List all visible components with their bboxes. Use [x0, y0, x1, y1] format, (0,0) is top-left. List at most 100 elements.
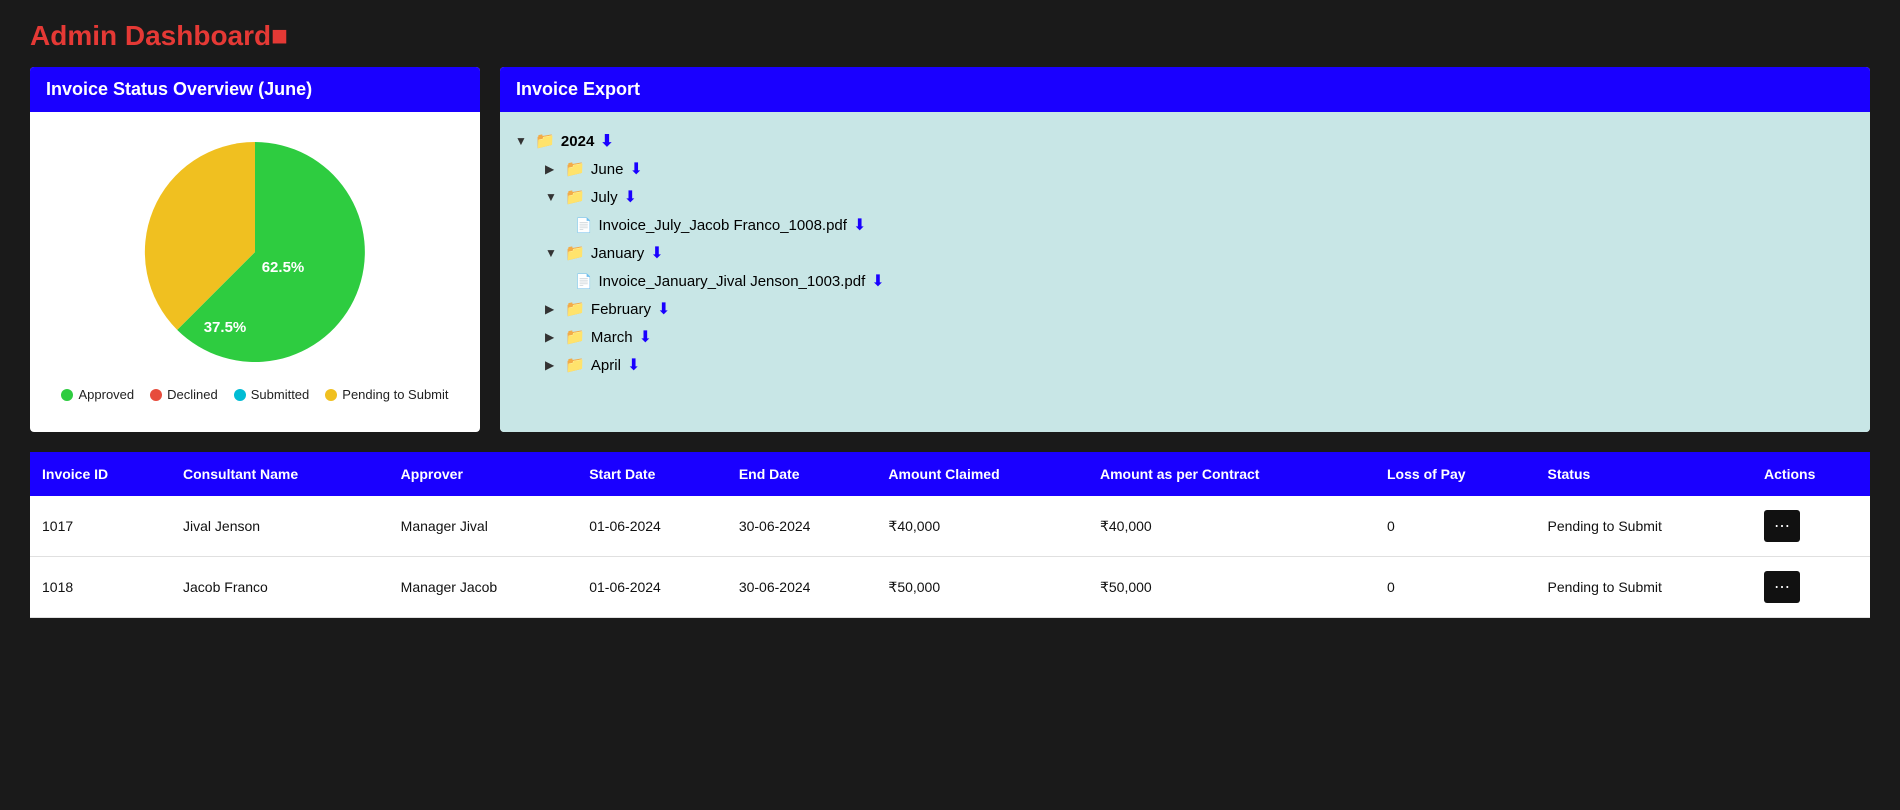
file-january-jival[interactable]: 📄 Invoice_January_Jival Jenson_1003.pdf …	[575, 267, 1855, 295]
svg-text:37.5%: 37.5%	[204, 319, 247, 336]
pending-dot	[325, 389, 337, 401]
cell-approver: Manager Jacob	[389, 557, 578, 618]
folder-icon: 📁	[535, 131, 555, 151]
chevron-right-icon: ▶	[545, 162, 559, 176]
july-children: 📄 Invoice_July_Jacob Franco_1008.pdf ⬇	[545, 211, 1855, 239]
year-label: 2024	[561, 133, 594, 150]
legend-submitted: Submitted	[234, 387, 310, 402]
col-loss-of-pay: Loss of Pay	[1375, 452, 1536, 496]
cell-invoice-id: 1017	[30, 496, 171, 557]
status-overview-card: Invoice Status Overview (June) 62.5% 37.…	[30, 67, 480, 432]
month-label-july: July	[591, 189, 618, 206]
cell-amount-claimed: ₹40,000	[876, 496, 1088, 557]
month-label-april: April	[591, 357, 621, 374]
table-row: 1018 Jacob Franco Manager Jacob 01-06-20…	[30, 557, 1870, 618]
status-card-header: Invoice Status Overview (June)	[30, 67, 480, 112]
chevron-right-icon: ▶	[545, 330, 559, 344]
col-amount-claimed: Amount Claimed	[876, 452, 1088, 496]
chart-legend: Approved Declined Submitted Pending to S…	[61, 387, 448, 402]
cell-consultant-name: Jacob Franco	[171, 557, 389, 618]
tree-year-2024[interactable]: ▼ 📁 2024 ⬇	[515, 127, 1855, 155]
cell-start-date: 01-06-2024	[577, 557, 727, 618]
chevron-down-icon: ▼	[545, 190, 559, 204]
tree-month-january[interactable]: ▼ 📁 January ⬇	[545, 239, 1855, 267]
file-icon: 📄	[575, 217, 592, 234]
download-icon[interactable]: ⬇	[853, 215, 866, 235]
declined-label: Declined	[167, 387, 218, 402]
action-button[interactable]: ⋯	[1764, 510, 1800, 542]
legend-declined: Declined	[150, 387, 218, 402]
tree-month-july[interactable]: ▼ 📁 July ⬇	[545, 183, 1855, 211]
download-icon[interactable]: ⬇	[627, 355, 640, 375]
month-label-january: January	[591, 245, 644, 262]
cell-start-date: 01-06-2024	[577, 496, 727, 557]
month-label-june: June	[591, 161, 624, 178]
january-children: 📄 Invoice_January_Jival Jenson_1003.pdf …	[545, 267, 1855, 295]
folder-icon: 📁	[565, 243, 585, 263]
download-icon[interactable]: ⬇	[624, 187, 637, 207]
tree-month-february[interactable]: ▶ 📁 February ⬇	[545, 295, 1855, 323]
tree-month-june[interactable]: ▶ 📁 June ⬇	[545, 155, 1855, 183]
chevron-down-icon: ▼	[515, 134, 529, 148]
col-end-date: End Date	[727, 452, 877, 496]
cell-amount-contract: ₹50,000	[1088, 557, 1375, 618]
col-invoice-id: Invoice ID	[30, 452, 171, 496]
cell-end-date: 30-06-2024	[727, 557, 877, 618]
file-name: Invoice_January_Jival Jenson_1003.pdf	[598, 273, 865, 290]
cell-status: Pending to Submit	[1536, 557, 1753, 618]
cell-actions[interactable]: ⋯	[1752, 557, 1870, 618]
download-icon[interactable]: ⬇	[639, 327, 652, 347]
cell-loss-of-pay: 0	[1375, 496, 1536, 557]
cell-end-date: 30-06-2024	[727, 496, 877, 557]
tree-month-march[interactable]: ▶ 📁 March ⬇	[545, 323, 1855, 351]
action-button[interactable]: ⋯	[1764, 571, 1800, 603]
export-tree: ▼ 📁 2024 ⬇ ▶ 📁 June ⬇ ▼ 📁 July ⬇	[500, 112, 1870, 432]
chevron-right-icon: ▶	[545, 358, 559, 372]
submitted-dot	[234, 389, 246, 401]
folder-icon: 📁	[565, 187, 585, 207]
cell-status: Pending to Submit	[1536, 496, 1753, 557]
month-label-february: February	[591, 301, 651, 318]
invoice-export-card: Invoice Export ▼ 📁 2024 ⬇ ▶ 📁 June ⬇	[500, 67, 1870, 432]
cell-consultant-name: Jival Jenson	[171, 496, 389, 557]
pie-chart: 62.5% 37.5%	[135, 132, 375, 372]
folder-icon: 📁	[565, 159, 585, 179]
file-name: Invoice_July_Jacob Franco_1008.pdf	[598, 217, 847, 234]
title-text: Admin Dashboard	[30, 20, 271, 51]
download-icon[interactable]: ⬇	[657, 299, 670, 319]
cell-actions[interactable]: ⋯	[1752, 496, 1870, 557]
table-row: 1017 Jival Jenson Manager Jival 01-06-20…	[30, 496, 1870, 557]
download-icon[interactable]: ⬇	[871, 271, 884, 291]
chevron-down-icon: ▼	[545, 246, 559, 260]
page-title: Admin Dashboard■	[0, 0, 1900, 67]
col-status: Status	[1536, 452, 1753, 496]
folder-icon: 📁	[565, 327, 585, 347]
approved-label: Approved	[78, 387, 134, 402]
table-header-row: Invoice ID Consultant Name Approver Star…	[30, 452, 1870, 496]
cell-amount-contract: ₹40,000	[1088, 496, 1375, 557]
svg-text:62.5%: 62.5%	[262, 259, 305, 276]
folder-icon: 📁	[565, 299, 585, 319]
year-children: ▶ 📁 June ⬇ ▼ 📁 July ⬇ 📄 Invoice_July_Jac…	[515, 155, 1855, 379]
cell-loss-of-pay: 0	[1375, 557, 1536, 618]
invoice-table: Invoice ID Consultant Name Approver Star…	[30, 452, 1870, 618]
legend-approved: Approved	[61, 387, 134, 402]
col-approver: Approver	[389, 452, 578, 496]
file-icon: 📄	[575, 273, 592, 290]
download-icon[interactable]: ⬇	[629, 159, 642, 179]
tree-month-april[interactable]: ▶ 📁 April ⬇	[545, 351, 1855, 379]
export-card-header: Invoice Export	[500, 67, 1870, 112]
pending-label: Pending to Submit	[342, 387, 448, 402]
download-icon[interactable]: ⬇	[650, 243, 663, 263]
declined-dot	[150, 389, 162, 401]
download-icon[interactable]: ⬇	[600, 131, 613, 151]
col-actions: Actions	[1752, 452, 1870, 496]
invoice-table-section: Invoice ID Consultant Name Approver Star…	[0, 452, 1900, 618]
legend-pending: Pending to Submit	[325, 387, 448, 402]
month-label-march: March	[591, 329, 633, 346]
status-card-title: Invoice Status Overview (June)	[46, 79, 312, 99]
file-july-jacob[interactable]: 📄 Invoice_July_Jacob Franco_1008.pdf ⬇	[575, 211, 1855, 239]
col-amount-contract: Amount as per Contract	[1088, 452, 1375, 496]
approved-dot	[61, 389, 73, 401]
cell-approver: Manager Jival	[389, 496, 578, 557]
